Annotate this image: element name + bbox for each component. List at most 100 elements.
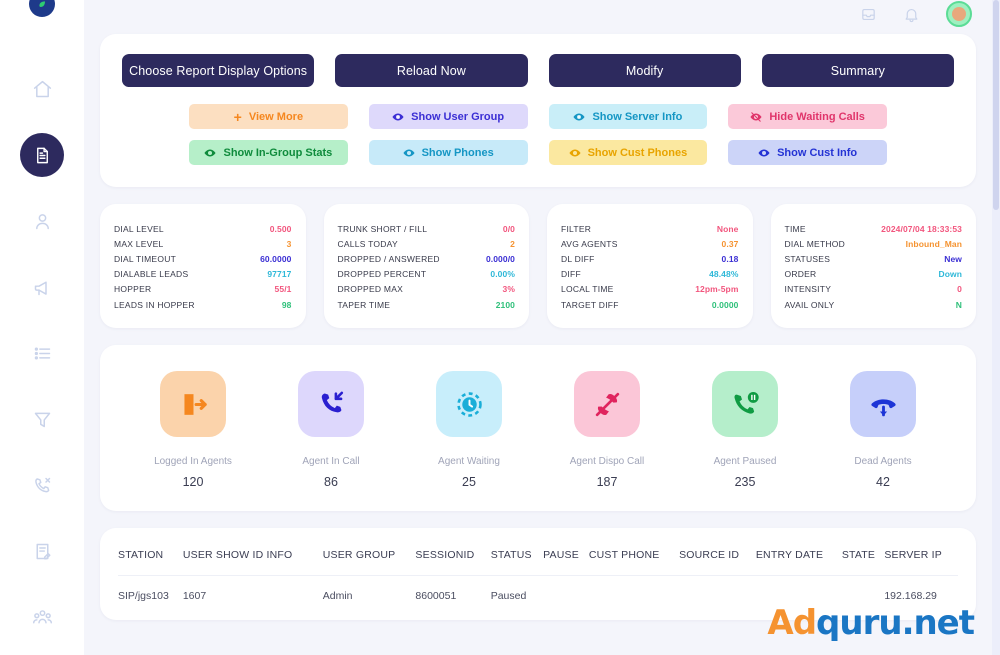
stat-label: STATUSES (784, 253, 831, 264)
hide-waiting-calls-pill[interactable]: Hide Waiting Calls (728, 104, 887, 129)
show-in-group-stats-pill[interactable]: Show In-Group Stats (189, 140, 348, 165)
metric-value: 42 (876, 475, 890, 490)
show-phones-label: Show Phones (421, 146, 494, 159)
page-scrollbar-thumb[interactable] (993, 0, 999, 210)
stat-value: 98 (281, 299, 292, 310)
page-scrollbar[interactable] (992, 0, 1000, 655)
primary-button-row: Choose Report Display Options Reload Now… (122, 54, 954, 87)
metric-agent-in-call[interactable]: Agent In Call 86 (262, 371, 400, 489)
sidebar (0, 0, 84, 655)
sidebar-nav-list (20, 67, 64, 639)
sidebar-item-lists[interactable] (20, 331, 64, 375)
metric-agent-dispo-call[interactable]: Agent Dispo Call 187 (538, 371, 676, 489)
stat-value: 2 (510, 238, 515, 249)
choose-report-display-options-button[interactable]: Choose Report Display Options (122, 54, 315, 87)
cell-cust-phone (588, 575, 680, 617)
sidebar-item-home[interactable] (20, 67, 64, 111)
filter-stats-panel: FILTER None AVG AGENTS 0.37 DL DIFF 0.18 DI… (547, 204, 753, 329)
column-header-cust-phone[interactable]: CUST PHONE (589, 528, 679, 576)
stat-label: DROPPED MAX (337, 284, 404, 295)
cell-server-ip: 192.168.29 (884, 575, 958, 617)
stat-value: N (955, 299, 962, 310)
show-server-info-label: Show Server Info (592, 110, 683, 123)
column-header-status[interactable]: STATUS (491, 528, 543, 576)
stat-label: TRUNK SHORT / FILL (337, 223, 428, 234)
metric-dead-agents[interactable]: Dead Agents 42 (814, 371, 952, 489)
view-more-label: View More (248, 110, 304, 123)
bell-icon[interactable] (903, 6, 920, 23)
eye-icon (204, 149, 216, 156)
stat-label: DIAL METHOD (784, 238, 846, 249)
column-header-user-group[interactable]: USER GROUP (323, 528, 416, 576)
stat-value: 12pm-5pm (695, 284, 739, 295)
stat-value: 48.48% (709, 269, 739, 280)
topbar (100, 0, 976, 28)
user-icon (35, 213, 49, 229)
stat-row: DIALABLE LEADS 97717 (114, 267, 292, 282)
inbox-icon[interactable] (860, 6, 877, 23)
metrics-row: Logged In Agents 120 Agent In Call 86 Ag… (124, 371, 952, 489)
sidebar-item-scripts[interactable] (20, 529, 64, 573)
column-header-pause[interactable]: PAUSE (543, 528, 589, 576)
sidebar-item-groups[interactable] (20, 595, 64, 639)
sidebar-item-users[interactable] (20, 199, 64, 243)
metric-label: Agent Dispo Call (569, 456, 645, 468)
column-header-server-ip[interactable]: SERVER IP (884, 528, 958, 576)
stat-value: 2100 (495, 299, 515, 310)
dial-stats-panel: DIAL LEVEL 0.500 MAX LEVEL 3 DIAL TIMEOUT 6… (100, 204, 306, 329)
cell-station: SIP/jgs103 (118, 575, 183, 617)
table-row[interactable]: SIP/jgs103 1607 Admin 8600051 Paused 192… (118, 575, 958, 617)
metrics-card: Logged In Agents 120 Agent In Call 86 Ag… (100, 345, 976, 512)
show-cust-info-pill[interactable]: Show Cust Info (728, 140, 887, 165)
metric-label: Logged In Agents (154, 456, 232, 468)
stat-row: STATUSES New (785, 251, 963, 266)
column-header-source-id[interactable]: SOURCE ID (679, 528, 756, 576)
metric-value: 86 (324, 475, 338, 490)
stat-value: 0 (957, 284, 962, 295)
show-cust-phones-pill[interactable]: Show Cust Phones (548, 140, 708, 165)
show-cust-phones-label: Show Cust Phones (587, 146, 688, 159)
summary-button[interactable]: Summary (761, 54, 954, 87)
sidebar-item-filters[interactable] (20, 397, 64, 441)
home-icon (33, 80, 51, 97)
column-header-state[interactable]: STATE (842, 528, 884, 576)
eye-icon (392, 113, 404, 120)
stat-panels-row: DIAL LEVEL 0.500 MAX LEVEL 3 DIAL TIMEOUT 6… (100, 204, 976, 329)
phone-down-icon (870, 398, 896, 416)
stat-label: DIFF (561, 269, 581, 280)
cell-status: Paused (490, 575, 544, 617)
show-server-info-pill[interactable]: Show Server Info (548, 104, 708, 129)
show-phones-pill[interactable]: Show Phones (368, 140, 528, 165)
metric-logged-in-agents[interactable]: Logged In Agents 120 (124, 371, 262, 489)
sidebar-item-calls[interactable] (20, 463, 64, 507)
cell-user-show-id-info: 1607 (182, 575, 323, 617)
cell-sessionid: 8600051 (415, 575, 491, 617)
stat-value: 60.0000 (260, 253, 292, 264)
column-header-entry-date[interactable]: ENTRY DATE (756, 528, 842, 576)
metric-value: 25 (462, 475, 476, 490)
reload-now-button[interactable]: Reload Now (335, 54, 528, 87)
stat-label: ORDER (784, 269, 817, 280)
eye-icon (758, 149, 770, 156)
stat-row: DL DIFF 0.18 (561, 251, 739, 266)
stat-value: New (944, 253, 962, 264)
brand-logo[interactable] (29, 0, 55, 17)
column-header-station[interactable]: STATION (118, 528, 183, 576)
stat-label: TARGET DIFF (561, 299, 619, 310)
sidebar-item-reports[interactable] (20, 133, 64, 177)
metric-agent-waiting[interactable]: Agent Waiting 25 (400, 371, 538, 489)
column-header-sessionid[interactable]: SESSIONID (415, 528, 490, 576)
stat-row: AVG AGENTS 0.37 (561, 236, 739, 251)
cell-source-id (679, 575, 756, 617)
sidebar-item-campaigns[interactable] (20, 265, 64, 309)
avatar[interactable] (946, 1, 972, 27)
view-more-pill[interactable]: + View More (189, 104, 348, 129)
modify-button[interactable]: Modify (548, 54, 741, 87)
phone-pause-icon (734, 391, 759, 414)
metric-agent-paused[interactable]: Agent Paused 235 (676, 371, 814, 489)
plus-icon: + (233, 108, 242, 125)
column-header-user-show-id-info[interactable]: USER SHOW ID INFO (183, 528, 323, 576)
avatar-face (952, 7, 966, 21)
stat-row: FILTER None (561, 221, 739, 236)
show-user-group-pill[interactable]: Show User Group (368, 104, 528, 129)
